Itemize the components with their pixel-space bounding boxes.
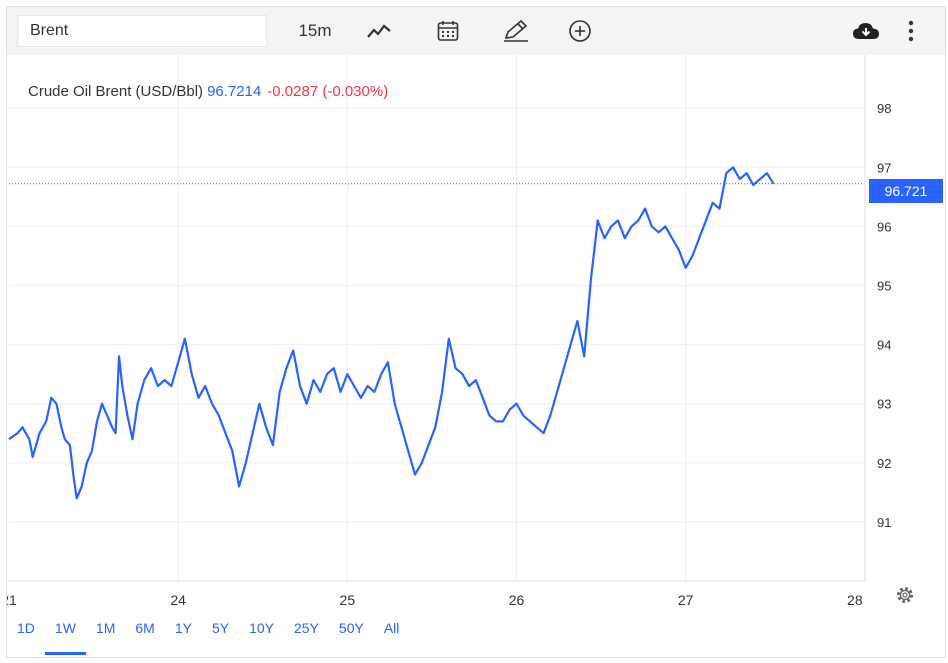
last-price-label: 96.721 <box>869 179 943 203</box>
legend-change: -0.0287 (-0.030%) <box>267 83 389 100</box>
y-tick-label: 97 <box>877 160 891 175</box>
x-tick-label: 26 <box>509 592 525 608</box>
range-25y[interactable]: 25Y <box>284 611 329 655</box>
range-6m[interactable]: 6M <box>125 611 164 655</box>
x-tick-label: 24 <box>170 592 186 608</box>
grid <box>9 55 865 581</box>
x-tick-label: 21 <box>7 592 17 608</box>
settings-gear-icon[interactable] <box>895 585 915 610</box>
chart-widget: Brent 15m 91 92 93 94 95 96 97 98 1 24 2… <box>6 6 946 658</box>
y-tick-label: 96 <box>877 219 891 234</box>
legend-name: Crude Oil Brent (USD/Bbl) <box>28 83 204 100</box>
range-50y[interactable]: 50Y <box>329 611 374 655</box>
range-all[interactable]: All <box>374 611 410 655</box>
y-tick-label: 95 <box>877 278 891 293</box>
x-tick-label: 25 <box>340 592 356 608</box>
range-10y[interactable]: 10Y <box>239 611 284 655</box>
price-chart[interactable]: 91 92 93 94 95 96 97 98 21 24 25 26 27 28 <box>7 7 945 657</box>
range-selector: 1D 1W 1M 6M 1Y 5Y 10Y 25Y 50Y All <box>7 611 409 655</box>
y-tick-label: 98 <box>877 101 891 116</box>
y-tick-label: 92 <box>877 456 891 471</box>
y-tick-label: 94 <box>877 338 891 353</box>
range-1m[interactable]: 1M <box>86 611 125 655</box>
legend-price: 96.7214 <box>207 83 262 100</box>
range-5y[interactable]: 5Y <box>202 611 239 655</box>
y-tick-label: 91 <box>877 515 891 530</box>
x-tick-label: 27 <box>678 592 694 608</box>
price-series-line <box>8 166 775 500</box>
range-1d[interactable]: 1D <box>7 611 45 655</box>
x-tick-label: 28 <box>847 592 863 608</box>
y-tick-label: 93 <box>877 397 891 412</box>
series-layer <box>8 166 863 500</box>
range-1w[interactable]: 1W <box>44 611 86 655</box>
axes: 91 92 93 94 95 96 97 98 21 24 25 26 27 28 <box>7 55 891 608</box>
range-1y[interactable]: 1Y <box>165 611 202 655</box>
chart-legend: Crude Oil Brent (USD/Bbl) 96.7214 -0.0287 … <box>28 83 388 100</box>
